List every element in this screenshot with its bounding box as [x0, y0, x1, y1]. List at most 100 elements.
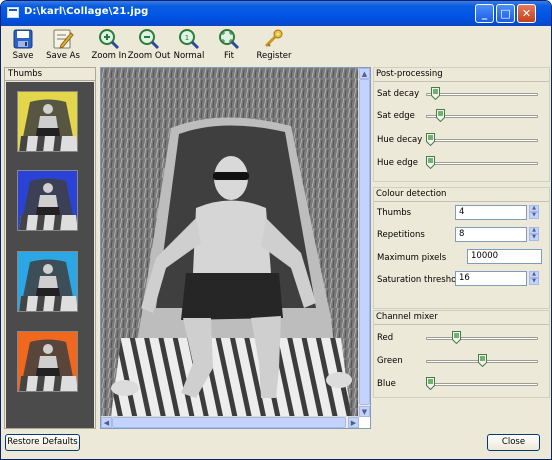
svg-text:1: 1: [185, 34, 189, 42]
hue-decay-label: Hue decay: [377, 135, 423, 145]
thumbs-panel: Thumbs: [4, 67, 96, 429]
normal-label: Normal: [173, 51, 205, 61]
fit-label: Fit: [224, 51, 234, 61]
thumbnail-4[interactable]: [17, 331, 78, 392]
fit-button[interactable]: Fit: [207, 26, 251, 66]
scroll-left-icon[interactable]: ◀: [101, 417, 112, 428]
channel-mixer-group: Channel mixer Red Green Blue: [373, 310, 550, 398]
colour-detection-title: Colour detection: [376, 189, 447, 199]
post-processing-group: Post-processing Sat decay Sat edge Hue d…: [373, 67, 550, 182]
scroll-down-icon[interactable]: ▼: [359, 406, 370, 417]
window-title: D:\karl\Collage\21.jpg: [24, 6, 149, 17]
colour-detection-group: Colour detection Thumbs 4 ▲ ▼ Repetition…: [373, 187, 550, 309]
close-icon: ✕: [521, 7, 532, 20]
spin-down-icon[interactable]: ▼: [529, 212, 539, 219]
close-window-button[interactable]: ✕: [517, 4, 536, 23]
spin-up-icon[interactable]: ▲: [529, 227, 539, 234]
thumbnail-image: [18, 171, 77, 230]
hue-edge-slider[interactable]: [426, 162, 538, 165]
max-pixels-label: Maximum pixels: [377, 253, 447, 263]
minimize-icon: _: [481, 7, 488, 20]
post-processing-title: Post-processing: [376, 69, 443, 79]
horizontal-scroll-thumb[interactable]: [112, 417, 346, 428]
maximize-button[interactable]: □: [496, 4, 515, 23]
save-button[interactable]: Save: [1, 26, 45, 66]
spin-up-icon[interactable]: ▲: [529, 271, 539, 278]
thumbnail-image: [18, 252, 77, 311]
hue-edge-label: Hue edge: [377, 158, 418, 168]
maximize-icon: □: [500, 7, 511, 20]
sat-decay-slider-handle[interactable]: [431, 87, 441, 100]
key-icon: [264, 29, 283, 48]
zoom-out-button[interactable]: Zoom Out: [127, 26, 171, 66]
register-button[interactable]: Register: [252, 26, 296, 66]
max-pixels-input[interactable]: 10000: [467, 249, 542, 264]
floppy-disk-icon: [13, 29, 33, 49]
red-slider-handle[interactable]: [451, 331, 461, 344]
minimize-button[interactable]: _: [475, 4, 494, 23]
save-as-icon: [53, 29, 74, 49]
restore-defaults-button[interactable]: Restore Defaults: [5, 434, 80, 451]
zoom-in-label: Zoom In: [91, 51, 127, 61]
thumbnail-1[interactable]: [17, 91, 78, 152]
thumbnail-3[interactable]: [17, 251, 78, 312]
sat-threshold-stepper[interactable]: ▲ ▼: [529, 271, 539, 286]
spin-up-icon[interactable]: ▲: [529, 205, 539, 212]
zoom-out-icon: [139, 29, 160, 50]
thumbs-count-stepper[interactable]: ▲ ▼: [529, 205, 539, 220]
register-label: Register: [256, 51, 292, 61]
spin-down-icon[interactable]: ▼: [529, 278, 539, 285]
image-view[interactable]: ▲ ▼ ◀ ▶: [100, 67, 371, 429]
zoom-in-icon: [99, 29, 120, 50]
channel-mixer-title: Channel mixer: [376, 312, 438, 322]
hue-decay-slider-handle[interactable]: [426, 133, 435, 146]
thumbs-list[interactable]: [6, 82, 94, 428]
green-slider-handle[interactable]: [477, 354, 487, 367]
close-button[interactable]: Close: [487, 434, 540, 451]
red-label: Red: [377, 333, 394, 343]
photo-image: [101, 68, 359, 417]
zoom-out-label: Zoom Out: [127, 51, 171, 61]
repetitions-label: Repetitions: [377, 230, 425, 240]
thumbs-header: Thumbs: [5, 68, 95, 81]
scroll-up-icon[interactable]: ▲: [359, 68, 370, 79]
blue-slider-handle[interactable]: [426, 377, 435, 390]
zoom-in-button[interactable]: Zoom In: [87, 26, 131, 66]
sat-decay-label: Sat decay: [377, 89, 420, 99]
thumbs-count-label: Thumbs: [377, 208, 412, 218]
repetitions-stepper[interactable]: ▲ ▼: [529, 227, 539, 242]
title-bar[interactable]: D:\karl\Collage\21.jpg _ □ ✕: [1, 1, 551, 26]
vertical-scroll-thumb[interactable]: [359, 79, 370, 406]
save-label: Save: [12, 51, 34, 61]
hue-edge-slider-handle[interactable]: [426, 156, 435, 169]
thumbnail-image: [18, 92, 77, 151]
zoom-normal-icon: 1: [179, 29, 200, 50]
scroll-right-icon[interactable]: ▶: [348, 417, 359, 428]
zoom-fit-icon: [219, 29, 240, 50]
normal-button[interactable]: 1 Normal: [167, 26, 211, 66]
thumbnail-image: [18, 332, 77, 391]
image-horizontal-scrollbar[interactable]: ◀ ▶: [101, 416, 359, 428]
green-label: Green: [377, 356, 403, 366]
blue-label: Blue: [377, 379, 396, 389]
thumbs-count-input[interactable]: 4: [455, 205, 527, 220]
settings-panel: Post-processing Sat decay Sat edge Hue d…: [373, 67, 550, 429]
red-slider[interactable]: [426, 337, 538, 340]
sat-edge-label: Sat edge: [377, 111, 415, 121]
sat-edge-slider-handle[interactable]: [436, 109, 446, 122]
thumbnail-2[interactable]: [17, 170, 78, 231]
main-photo: [101, 68, 359, 417]
sat-decay-slider[interactable]: [426, 93, 538, 96]
blue-slider[interactable]: [426, 383, 538, 386]
save-as-label: Save As: [46, 51, 80, 61]
hue-decay-slider[interactable]: [426, 139, 538, 142]
app-window: D:\karl\Collage\21.jpg _ □ ✕ Save Save A…: [0, 0, 552, 460]
repetitions-input[interactable]: 8: [455, 227, 527, 242]
sat-threshold-label: Saturation threshold: [377, 275, 465, 285]
window-icon: [7, 7, 19, 18]
save-as-button[interactable]: Save As: [41, 26, 85, 66]
sat-threshold-input[interactable]: 16: [455, 271, 527, 286]
image-vertical-scrollbar[interactable]: ▲ ▼: [358, 68, 370, 417]
toolbar: Save Save As Zoom In Zoom Out 1 Normal F…: [1, 26, 551, 67]
spin-down-icon[interactable]: ▼: [529, 234, 539, 241]
